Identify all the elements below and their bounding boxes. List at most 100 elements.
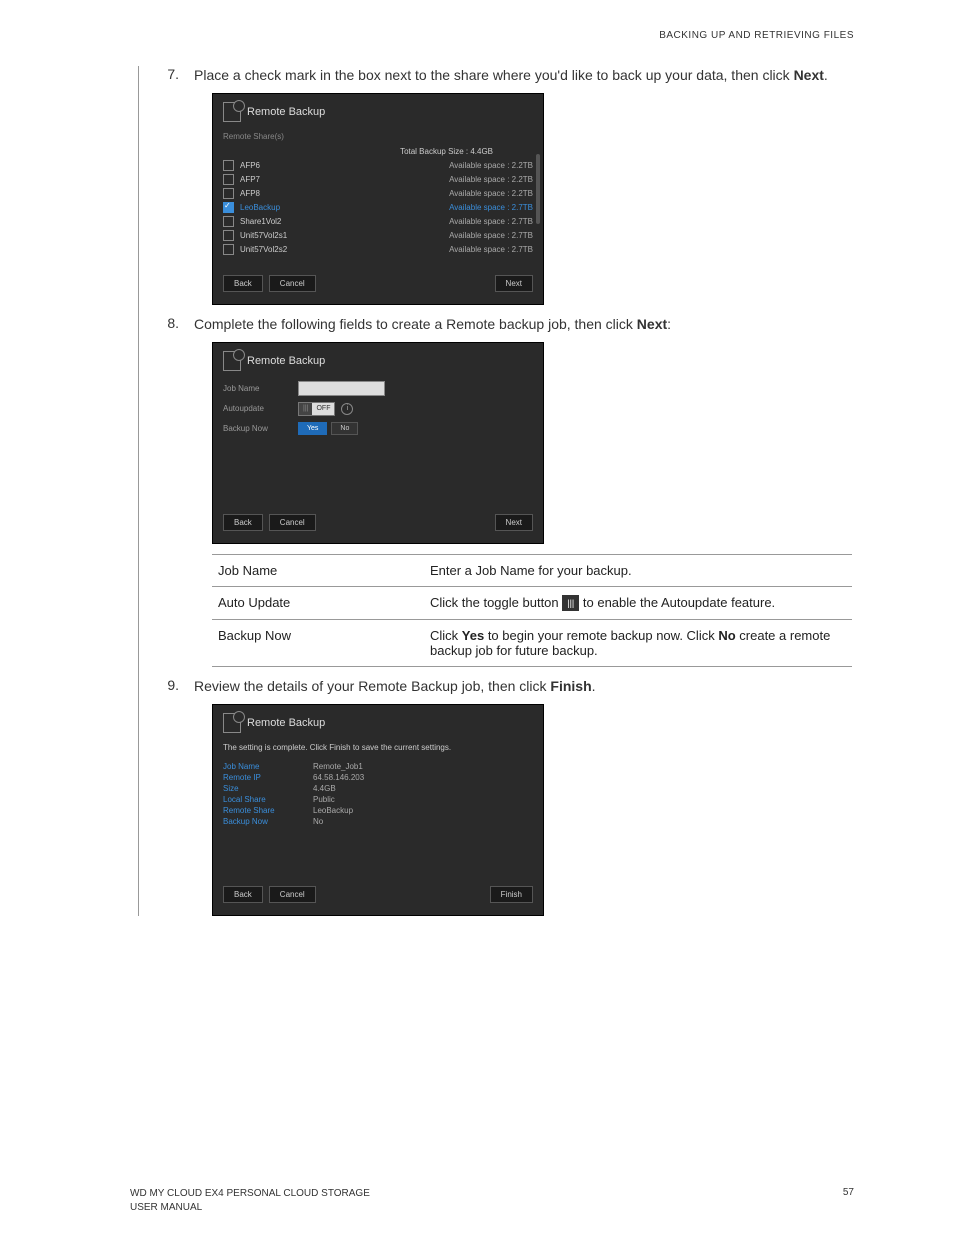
next-button[interactable]: Next (495, 514, 533, 531)
info-icon[interactable]: i (341, 403, 353, 415)
step-text-part: Review the details of your Remote Backup… (194, 678, 550, 694)
share-checkbox[interactable] (223, 230, 234, 241)
cancel-button[interactable]: Cancel (269, 275, 316, 292)
cancel-button[interactable]: Cancel (269, 514, 316, 531)
step-bold: Next (637, 316, 667, 332)
desc-label: Auto Update (212, 586, 424, 620)
summary-label: Job Name (223, 762, 313, 771)
back-button[interactable]: Back (223, 514, 263, 531)
share-name: AFP6 (240, 161, 340, 170)
no-button[interactable]: No (331, 422, 358, 435)
summary-row: Remote ShareLeoBackup (223, 806, 533, 815)
toggle-off-label: OFF (312, 403, 334, 415)
back-button[interactable]: Back (223, 886, 263, 903)
page-header: BACKING UP AND RETRIEVING FILES (130, 30, 854, 41)
panel-title: Remote Backup (247, 106, 325, 118)
share-checkbox[interactable] (223, 202, 234, 213)
desc-text: Click Yes to begin your remote backup no… (424, 620, 852, 667)
footer-manual: USER MANUAL (130, 1201, 370, 1215)
summary-value: Public (313, 795, 335, 804)
remote-backup-icon (223, 102, 241, 122)
remote-backup-icon (223, 713, 241, 733)
share-available-space: Available space : 2.7TB (449, 203, 533, 212)
summary-row: Local SharePublic (223, 795, 533, 804)
summary-label: Backup Now (223, 817, 313, 826)
share-checkbox[interactable] (223, 188, 234, 199)
desc-label: Backup Now (212, 620, 424, 667)
toggle-grip-icon: ||| (299, 403, 312, 415)
desc-text: Enter a Job Name for your backup. (424, 554, 852, 586)
desc-text-part: to begin your remote backup now. Click (484, 628, 718, 643)
page-number: 57 (843, 1187, 854, 1215)
yes-button[interactable]: Yes (298, 422, 327, 435)
desc-label: Job Name (212, 554, 424, 586)
remote-backup-shares-panel: Remote Backup Remote Share(s) Total Back… (212, 93, 544, 305)
step-7: 7. Place a check mark in the box next to… (139, 66, 854, 85)
field-description-table: Job Name Enter a Job Name for your backu… (212, 554, 852, 668)
share-available-space: Available space : 2.2TB (449, 175, 533, 184)
back-button[interactable]: Back (223, 275, 263, 292)
remote-shares-label: Remote Share(s) (223, 132, 533, 141)
share-available-space: Available space : 2.7TB (449, 217, 533, 226)
share-available-space: Available space : 2.7TB (449, 245, 533, 254)
summary-value: 64.58.146.203 (313, 773, 364, 782)
step-number: 8. (139, 315, 194, 334)
share-row: AFP8 Available space : 2.2TB (223, 188, 533, 199)
desc-text-part: to enable the Autoupdate feature. (583, 595, 775, 610)
step-9: 9. Review the details of your Remote Bac… (139, 677, 854, 696)
panel-title: Remote Backup (247, 717, 325, 729)
job-name-input[interactable] (298, 381, 385, 396)
step-number: 7. (139, 66, 194, 85)
autoupdate-label: Autoupdate (223, 404, 298, 413)
finish-button[interactable]: Finish (490, 886, 533, 903)
share-checkbox[interactable] (223, 160, 234, 171)
summary-row: Size4.4GB (223, 784, 533, 793)
table-row: Job Name Enter a Job Name for your backu… (212, 554, 852, 586)
summary-label: Local Share (223, 795, 313, 804)
desc-text-part: Click the toggle button (430, 595, 562, 610)
table-row: Backup Now Click Yes to begin your remot… (212, 620, 852, 667)
inline-toggle-icon: ||| (562, 595, 579, 611)
footer-product: WD MY CLOUD EX4 PERSONAL CLOUD STORAGE (130, 1187, 370, 1201)
share-name: LeoBackup (240, 203, 340, 212)
remote-backup-icon (223, 351, 241, 371)
share-name: Unit57Vol2s2 (240, 245, 340, 254)
share-available-space: Available space : 2.2TB (449, 189, 533, 198)
share-row: Unit57Vol2s2 Available space : 2.7TB (223, 244, 533, 255)
job-name-label: Job Name (223, 384, 298, 393)
desc-text: Click the toggle button ||| to enable th… (424, 586, 852, 620)
summary-row: Remote IP64.58.146.203 (223, 773, 533, 782)
summary-label: Size (223, 784, 313, 793)
share-row: AFP7 Available space : 2.2TB (223, 174, 533, 185)
share-row: AFP6Available space : 2.2TB (223, 160, 533, 171)
summary-row: Backup NowNo (223, 817, 533, 826)
page-footer: WD MY CLOUD EX4 PERSONAL CLOUD STORAGE U… (130, 1187, 854, 1215)
share-available-space: Available space : 2.7TB (449, 231, 533, 240)
autoupdate-toggle[interactable]: ||| OFF (298, 402, 335, 416)
step-bold: Next (794, 67, 824, 83)
step-text-part: Place a check mark in the box next to th… (194, 67, 794, 83)
summary-row: Job NameRemote_Job1 (223, 762, 533, 771)
step-text-part: . (824, 67, 828, 83)
share-checkbox[interactable] (223, 244, 234, 255)
cancel-button[interactable]: Cancel (269, 886, 316, 903)
scrollbar[interactable] (536, 154, 540, 224)
remote-backup-summary-panel: Remote Backup The setting is complete. C… (212, 704, 544, 916)
desc-text-part: Click (430, 628, 462, 643)
desc-bold: Yes (462, 628, 484, 643)
next-button[interactable]: Next (495, 275, 533, 292)
total-backup-size: Total Backup Size : 4.4GB (223, 147, 493, 156)
share-checkbox[interactable] (223, 174, 234, 185)
share-name: AFP8 (240, 189, 340, 198)
table-row: Auto Update Click the toggle button ||| … (212, 586, 852, 620)
step-number: 9. (139, 677, 194, 696)
share-name: AFP7 (240, 175, 340, 184)
step-text: Place a check mark in the box next to th… (194, 66, 854, 85)
share-checkbox[interactable] (223, 216, 234, 227)
summary-value: 4.4GB (313, 784, 336, 793)
share-name: Unit57Vol2s1 (240, 231, 340, 240)
panel-title: Remote Backup (247, 355, 325, 367)
remote-backup-job-panel: Remote Backup Job Name Autoupdate ||| OF… (212, 342, 544, 544)
step-text-part: : (667, 316, 671, 332)
summary-message: The setting is complete. Click Finish to… (223, 743, 533, 752)
